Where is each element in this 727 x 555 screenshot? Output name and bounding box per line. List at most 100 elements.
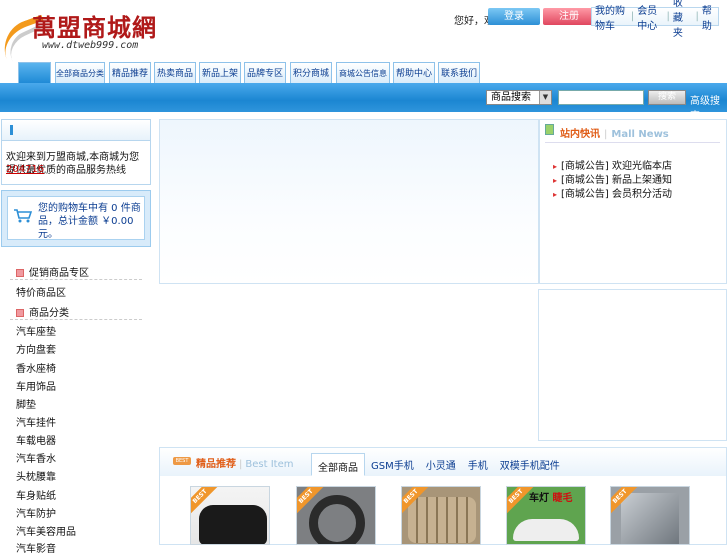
search-type-value: 商品搜索 <box>491 92 531 103</box>
products-title-en: Best Item <box>245 459 294 470</box>
category-item[interactable]: 特价商品区 <box>16 284 66 299</box>
category-item[interactable]: 汽车座垫 <box>16 323 56 338</box>
product-thumbnail[interactable]: BEST <box>296 486 376 545</box>
logo-text: 萬盟商城網 <box>32 13 157 42</box>
news-title-separator: | <box>604 129 608 140</box>
product-image <box>309 495 365 544</box>
category-item[interactable]: 汽车挂件 <box>16 414 56 429</box>
category-item[interactable]: 车用饰品 <box>16 378 56 393</box>
notice-marker <box>10 125 13 135</box>
product-image <box>621 493 679 544</box>
divider <box>10 279 142 280</box>
category-item[interactable]: 车载电器 <box>16 432 56 447</box>
nav-tab-contact[interactable]: 联系我们 <box>438 62 480 83</box>
top-link-cart[interactable]: 我的购物车 <box>592 2 631 32</box>
product-tag-text: 睫毛 <box>552 493 573 504</box>
product-tag-text: 车灯 <box>529 493 549 504</box>
nav-tab-label: 积分商城 <box>292 69 329 79</box>
cart-text: 您的购物车中有 0 件商品，总计金额 ￥0.00元。 <box>38 203 141 240</box>
news-icon <box>545 124 554 135</box>
nav-tab-brands[interactable]: 品牌专区 <box>244 62 286 83</box>
news-header: 站内快讯 | Mall News <box>560 125 669 140</box>
category-item[interactable]: 头枕腰靠 <box>16 468 56 483</box>
nav-tab-label: 全部商品分类 <box>56 69 104 78</box>
nav-tab-label: 商城公告信息 <box>339 69 387 78</box>
product-tab-gsm[interactable]: GSM手机 <box>365 453 420 476</box>
top-links: 我的购物车 | 会员中心 | 收藏夹 | 帮助 <box>591 0 719 39</box>
product-thumbnail[interactable]: BEST <box>401 486 481 545</box>
register-button[interactable]: 注册 <box>543 8 595 25</box>
nav-tab-label: 精品推荐 <box>111 69 148 79</box>
product-tabs: 全部商品 GSM手机 小灵通 手机 双模手机配件 <box>311 453 566 476</box>
logo-url: www.dtweb999.com <box>42 40 139 51</box>
products-title-cn: 精品推荐 <box>196 459 236 470</box>
category-group-title: 商品分类 <box>29 308 69 319</box>
category-item[interactable]: 方向盘套 <box>16 341 56 356</box>
divider <box>545 142 720 143</box>
content-area <box>159 290 539 442</box>
news-item[interactable]: [商城公告] 新品上架通知 <box>553 171 672 186</box>
product-tab-accessories[interactable]: 双模手机配件 <box>494 453 566 476</box>
search-button[interactable]: 搜索 <box>648 90 686 105</box>
category-item[interactable]: 脚垫 <box>16 396 36 411</box>
product-image <box>513 519 579 541</box>
nav-tab-points[interactable]: 积分商城 <box>290 62 332 83</box>
products-title-separator: | <box>239 459 243 470</box>
nav-tab-label: 联系我们 <box>440 69 477 79</box>
news-panel <box>539 119 727 284</box>
category-item[interactable]: 车身贴纸 <box>16 487 56 502</box>
nav-tab-label: 新品上架 <box>201 69 238 79</box>
banner-area[interactable] <box>159 119 539 284</box>
news-item[interactable]: [商城公告] 会员积分活动 <box>553 185 672 200</box>
product-tab-all[interactable]: 全部商品 <box>311 453 365 476</box>
advanced-search-link[interactable]: 高级搜索 <box>690 92 727 122</box>
category-item[interactable]: 汽车防护 <box>16 505 56 520</box>
nav-tab-hot[interactable]: 热卖商品 <box>154 62 196 83</box>
news-title: 站内快讯 <box>560 129 600 140</box>
cart-icon <box>14 209 32 223</box>
product-tab-phone[interactable]: 手机 <box>462 453 494 476</box>
category-item[interactable]: 香水座椅 <box>16 360 56 375</box>
nav-tab-help[interactable]: 帮助中心 <box>393 62 435 83</box>
login-button[interactable]: 登录 <box>488 8 540 25</box>
nav-tab-announcements[interactable]: 商城公告信息 <box>336 62 390 83</box>
product-thumbnail[interactable]: BEST <box>610 486 690 545</box>
notice-header <box>1 119 151 141</box>
best-badge: BEST <box>173 457 191 465</box>
category-item[interactable]: 汽车美容用品 <box>16 523 76 538</box>
top-link-favorites[interactable]: 收藏夹 <box>670 0 696 39</box>
product-image <box>408 497 476 543</box>
nav-tab-label: 品牌专区 <box>246 69 283 79</box>
category-item[interactable]: 汽车影音 <box>16 540 56 555</box>
divider <box>10 319 142 320</box>
nav-tab-new[interactable]: 新品上架 <box>199 62 241 83</box>
news-title-en: Mall News <box>611 129 669 140</box>
nav-tab-all-categories[interactable]: 全部商品分类 <box>55 62 105 83</box>
category-group-title: 促销商品专区 <box>29 268 89 279</box>
search-input[interactable] <box>558 90 644 105</box>
category-item[interactable]: 汽车香水 <box>16 450 56 465</box>
nav-tab-recommended[interactable]: 精品推荐 <box>109 62 151 83</box>
products-title: 精品推荐 | Best Item <box>196 455 293 470</box>
nav-tab-home[interactable]: 首页 <box>18 62 51 83</box>
category-bullet-icon <box>16 269 24 277</box>
product-tag: 车灯 睫毛 <box>529 489 572 504</box>
product-tab-phs[interactable]: 小灵通 <box>420 453 462 476</box>
news-item[interactable]: [商城公告] 欢迎光临本店 <box>553 157 672 172</box>
category-group-promo[interactable]: 促销商品专区 <box>16 264 89 279</box>
category-bullet-icon <box>16 309 24 317</box>
product-thumbnail[interactable]: 车灯 睫毛 BEST <box>506 486 586 545</box>
search-type-select[interactable]: 商品搜索 ▼ <box>486 90 552 105</box>
logo[interactable]: 萬盟商城網 www.dtweb999.com <box>0 0 170 62</box>
notice-phone[interactable]: 204716 <box>6 164 44 175</box>
product-image <box>199 505 267 544</box>
product-thumbnail[interactable]: BEST <box>190 486 270 545</box>
nav-tab-label: 帮助中心 <box>395 69 432 79</box>
nav-tab-label: 首页 <box>25 68 45 79</box>
category-group-main[interactable]: 商品分类 <box>16 304 69 319</box>
chevron-down-icon[interactable]: ▼ <box>539 91 551 104</box>
nav-tab-label: 热卖商品 <box>156 69 193 79</box>
top-link-help[interactable]: 帮助 <box>699 2 718 32</box>
top-link-member[interactable]: 会员中心 <box>634 2 666 32</box>
ad-panel[interactable] <box>538 289 727 441</box>
